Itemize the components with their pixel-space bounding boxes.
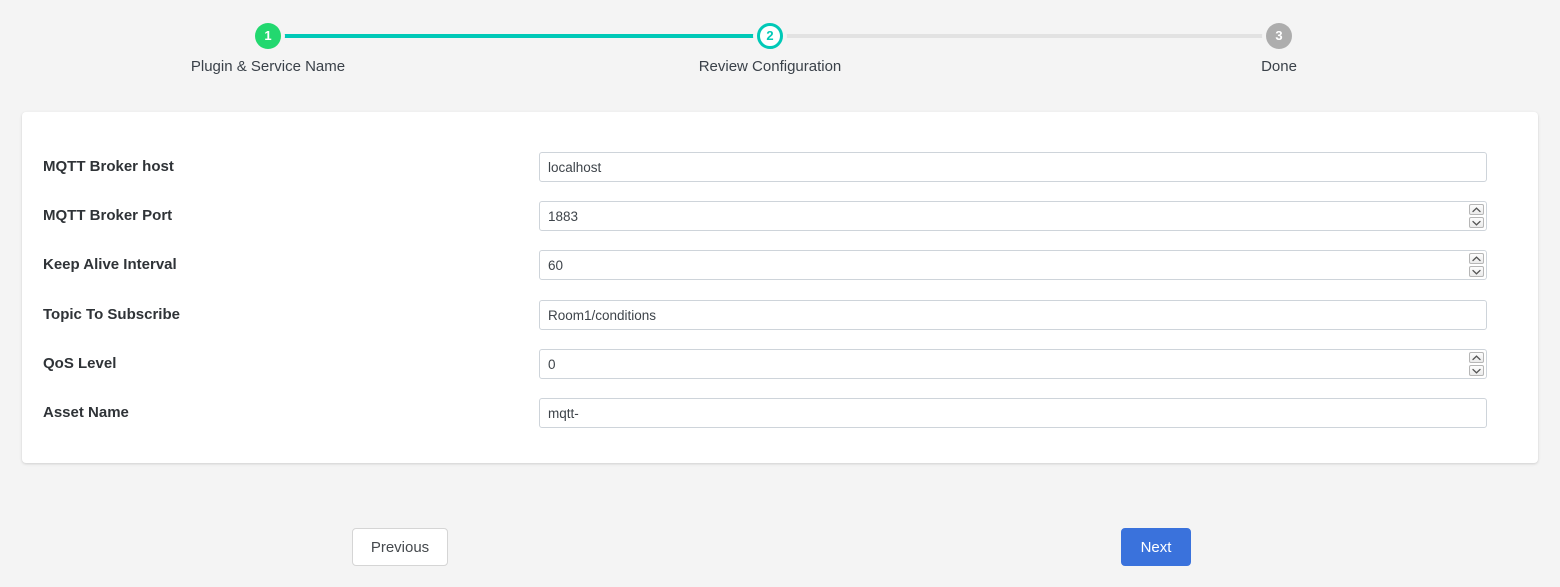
next-button[interactable]: Next bbox=[1121, 528, 1191, 566]
step-1-label: Plugin & Service Name bbox=[190, 58, 346, 75]
previous-button[interactable]: Previous bbox=[352, 528, 448, 566]
spinner-up-icon[interactable] bbox=[1469, 204, 1484, 215]
spinner-down-icon[interactable] bbox=[1469, 217, 1484, 228]
label-mqtt-broker-port: MQTT Broker Port bbox=[43, 207, 173, 224]
input-mqtt-broker-port[interactable] bbox=[539, 201, 1487, 231]
label-mqtt-broker-host: MQTT Broker host bbox=[43, 158, 174, 175]
input-mqtt-broker-host[interactable] bbox=[539, 152, 1487, 182]
step-2-label: Review Configuration bbox=[698, 58, 842, 75]
spinner-up-icon[interactable] bbox=[1469, 253, 1484, 264]
spinner-qos-level bbox=[1469, 352, 1484, 376]
step-3-circle: 3 bbox=[1266, 23, 1292, 49]
label-keep-alive-interval: Keep Alive Interval bbox=[43, 256, 177, 273]
label-qos-level: QoS Level bbox=[43, 355, 117, 372]
stepper-step-2[interactable]: 2 Review Configuration bbox=[680, 0, 860, 75]
form-row-topic-to-subscribe: Topic To Subscribe bbox=[22, 300, 1538, 330]
configuration-card: MQTT Broker host MQTT Broker Port Keep A… bbox=[22, 112, 1538, 463]
form-row-qos-level: QoS Level bbox=[22, 349, 1538, 379]
step-3-label: Done bbox=[1261, 58, 1297, 75]
form-row-mqtt-broker-port: MQTT Broker Port bbox=[22, 201, 1538, 231]
spinner-up-icon[interactable] bbox=[1469, 352, 1484, 363]
label-topic-to-subscribe: Topic To Subscribe bbox=[43, 306, 180, 323]
input-qos-level[interactable] bbox=[539, 349, 1487, 379]
input-topic-to-subscribe[interactable] bbox=[539, 300, 1487, 330]
label-asset-name: Asset Name bbox=[43, 404, 129, 421]
step-1-circle: 1 bbox=[255, 23, 281, 49]
input-asset-name[interactable] bbox=[539, 398, 1487, 428]
form-row-mqtt-broker-host: MQTT Broker host bbox=[22, 152, 1538, 182]
input-keep-alive-interval[interactable] bbox=[539, 250, 1487, 280]
spinner-keep-alive-interval bbox=[1469, 253, 1484, 277]
form-row-keep-alive-interval: Keep Alive Interval bbox=[22, 250, 1538, 280]
stepper-step-3[interactable]: 3 Done bbox=[1189, 0, 1369, 75]
form-row-asset-name: Asset Name bbox=[22, 398, 1538, 428]
wizard-stepper: 1 Plugin & Service Name 2 Review Configu… bbox=[0, 0, 1560, 100]
spinner-mqtt-broker-port bbox=[1469, 204, 1484, 228]
spinner-down-icon[interactable] bbox=[1469, 365, 1484, 376]
stepper-step-1[interactable]: 1 Plugin & Service Name bbox=[178, 0, 358, 75]
spinner-down-icon[interactable] bbox=[1469, 266, 1484, 277]
step-2-circle: 2 bbox=[757, 23, 783, 49]
